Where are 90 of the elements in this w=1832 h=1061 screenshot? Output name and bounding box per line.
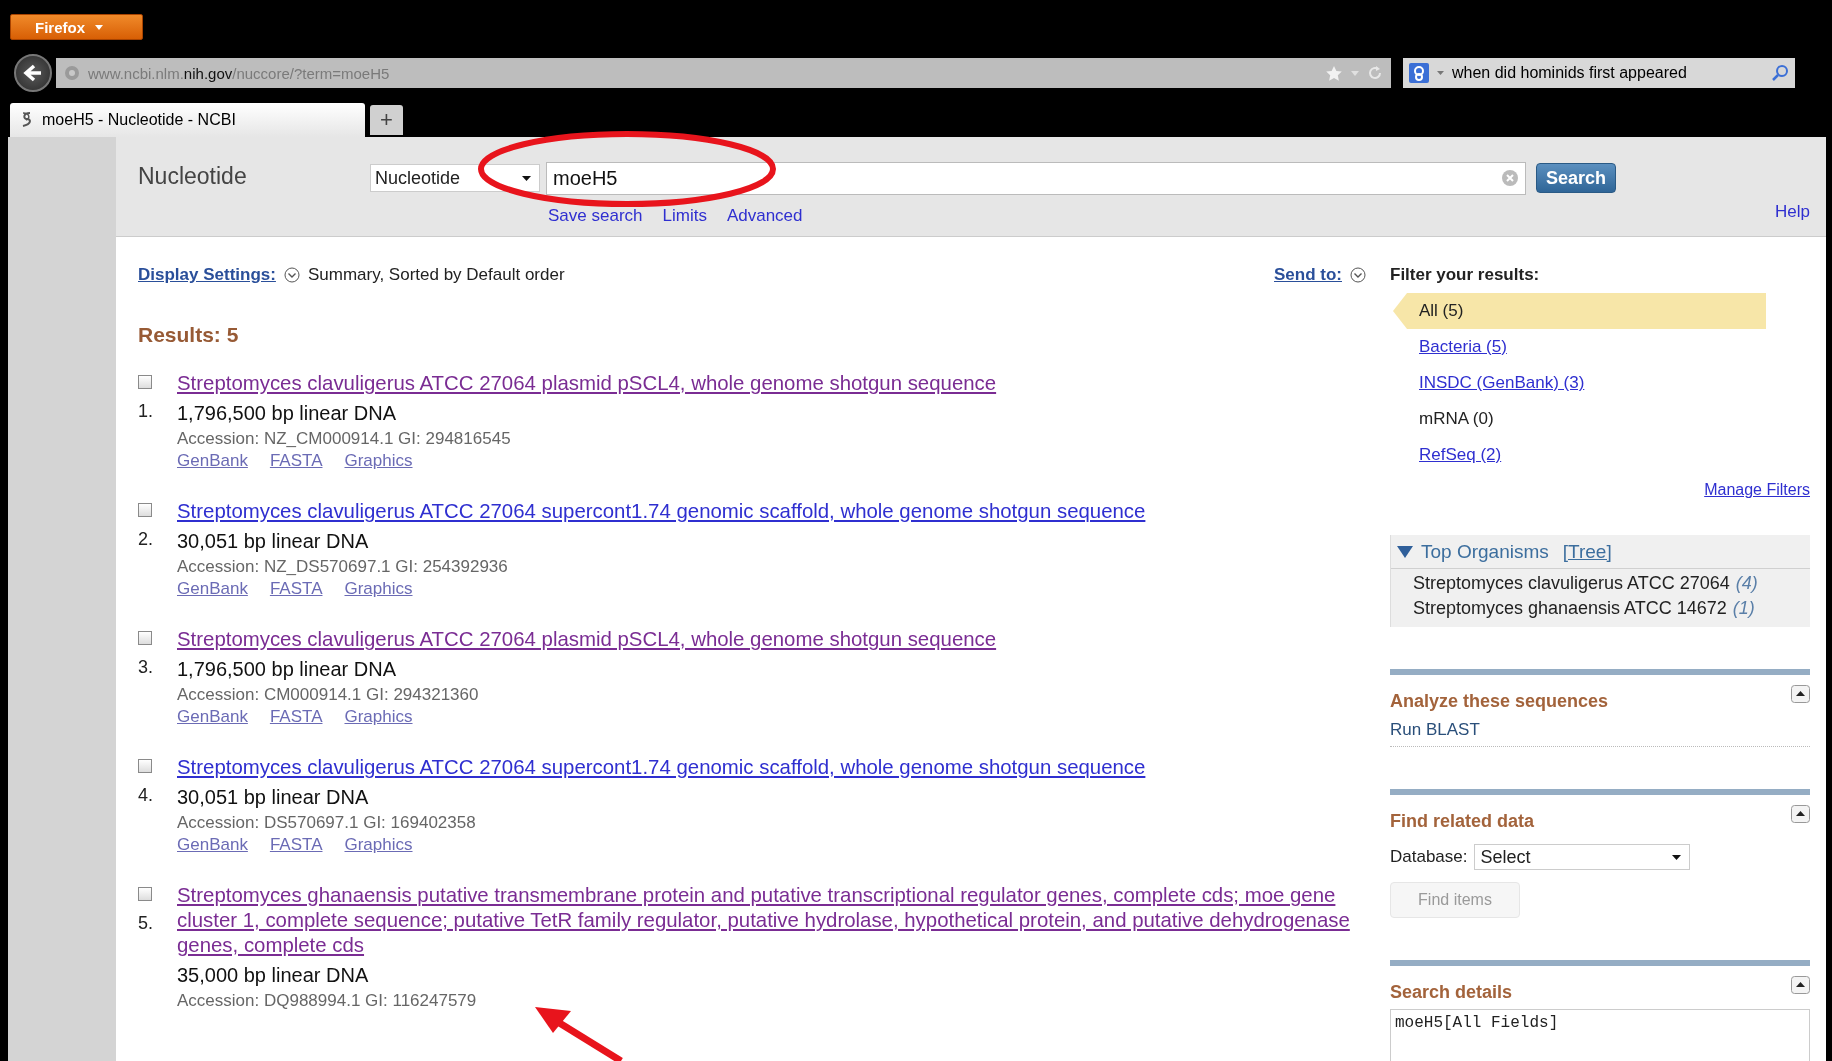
search-option-link[interactable]: Save search [548,206,643,226]
search-button[interactable]: Search [1536,163,1616,193]
organism-link[interactable]: Streptomyces ghanaensis ATCC 14672 [1413,598,1727,619]
bookmark-star-icon[interactable] [1325,64,1343,82]
section-heading: Analyze these sequences [1390,691,1609,712]
collapse-icon[interactable] [1791,685,1810,703]
filter-link[interactable]: RefSeq (2) [1419,445,1502,465]
tree-link[interactable]: [Tree] [1562,541,1612,563]
result-title-link[interactable]: Streptomyces clavuligerus ATCC 27064 supercont1.74 genomic scaffold, whole genome shotgun sequence [177,499,1366,524]
accession-text: Accession: NZ_CM000914.1 GI: 294816545 [177,429,512,449]
back-button[interactable] [14,54,52,92]
section-title: Top Organisms [1421,541,1549,563]
sequence-size: 1,796,500 bp linear DNA [177,658,398,681]
globe-icon [64,65,80,81]
result-number: 5. [138,913,154,934]
format-link[interactable]: Graphics [344,451,413,471]
search-engine-icon[interactable] [1409,63,1429,83]
format-link[interactable]: GenBank [177,835,248,855]
back-arrow-icon [23,63,43,83]
collapse-icon[interactable] [1791,976,1810,994]
sequence-size: 35,000 bp linear DNA [177,964,370,987]
search-field[interactable]: moeH5 [546,161,1526,195]
display-settings-link[interactable]: Display Settings: [138,265,276,285]
browser-tab[interactable]: moeH5 - Nucleotide - NCBI [10,103,365,137]
send-to-link[interactable]: Send to: [1274,265,1342,285]
format-link[interactable]: Graphics [344,707,413,727]
result-number: 3. [138,657,154,678]
search-option-link[interactable]: Limits [662,206,707,226]
dropdown-caret-icon [522,175,531,181]
result-title-link[interactable]: Streptomyces ghanaensis putative transmembrane protein and putative transcriptional regulator genes, complete cds; moe gene cluster 1, complete sequence; putative TetR family regulator, putative hydrolase, hypothetical protein, and putative dehydrogenase genes, complete cds [177,883,1366,958]
format-link[interactable]: GenBank [177,707,248,727]
checkbox[interactable] [138,631,152,645]
organism-count: (4) [1735,573,1758,594]
sequence-size: 30,051 bp linear DNA [177,786,370,809]
format-link[interactable]: Graphics [344,579,413,599]
address-field[interactable]: www.ncbi.nlm.nih.gov/nuccore/?term=moeH5 [56,58,1391,88]
expand-icon[interactable] [1350,267,1366,283]
format-link[interactable]: FASTA [269,835,323,855]
format-link[interactable]: FASTA [269,579,323,599]
filter-link: mRNA (0) [1419,409,1494,429]
collapse-triangle-icon[interactable] [1397,545,1413,559]
database-select[interactable]: Nucleotide [370,164,540,192]
format-link[interactable]: GenBank [177,579,248,599]
section-heading: Find related data [1390,811,1535,832]
database-label: Database: [1390,847,1468,867]
search-icon[interactable] [1771,64,1789,82]
format-link[interactable]: Graphics [344,835,413,855]
expand-icon[interactable] [283,267,300,283]
web-search-field[interactable]: when did hominids first appeared [1403,58,1795,88]
accession-text: Accession: DS570697.1 GI: 169402358 [177,813,477,833]
filter-item[interactable]: All (5) [1419,301,1464,321]
result-title-link[interactable]: Streptomyces clavuligerus ATCC 27064 plasmid pSCL4, whole genome shotgun sequence [177,627,1366,652]
result-title-link[interactable]: Streptomyces clavuligerus ATCC 27064 supercont1.74 genomic scaffold, whole genome shotgun sequence [177,755,1366,780]
run-blast-link[interactable]: Run BLAST [1390,720,1810,747]
sequence-size: 1,796,500 bp linear DNA [177,402,398,425]
checkbox[interactable] [138,887,152,901]
result-number: 2. [138,529,154,550]
checkbox[interactable] [138,503,152,517]
filter-link[interactable]: Bacteria (5) [1419,337,1507,357]
filter-heading: Filter your results: [1390,265,1541,285]
manage-filters-link[interactable]: Manage Filters [1704,481,1810,499]
database-select[interactable]: Select [1473,844,1690,870]
accession-text: Accession: CM000914.1 GI: 294321360 [177,685,480,705]
section-heading: Search details [1390,982,1513,1003]
caret-icon [95,24,103,30]
result-number: 1. [138,401,154,422]
collapse-icon[interactable] [1791,805,1810,823]
new-tab-button[interactable]: + [370,105,403,135]
result-number: 4. [138,785,154,806]
format-link[interactable]: FASTA [269,707,323,727]
search-option-link[interactable]: Advanced [726,206,803,226]
accession-text: Accession: DQ988994.1 GI: 116247579 [177,991,478,1011]
help-link[interactable]: Help [1775,202,1810,222]
database-title: Nucleotide [138,162,248,190]
checkbox[interactable] [138,375,152,389]
clear-icon[interactable] [1501,169,1519,187]
organism-link[interactable]: Streptomyces clavuligerus ATCC 27064 [1413,573,1730,594]
format-link[interactable]: GenBank [177,451,248,471]
checkbox[interactable] [138,759,152,773]
result-title-link[interactable]: Streptomyces clavuligerus ATCC 27064 plasmid pSCL4, whole genome shotgun sequence [177,371,1366,396]
accession-text: Accession: NZ_DS570697.1 GI: 254392936 [177,557,509,577]
dropdown-caret-icon [1671,854,1681,860]
filter-link[interactable]: INSDC (GenBank) (3) [1419,373,1585,393]
search-details-field[interactable]: moeH5[All Fields] [1390,1009,1810,1061]
results-heading: Results: 5 [138,323,240,347]
sequence-size: 30,051 bp linear DNA [177,530,370,553]
display-settings-text: Summary, Sorted by Default order [307,265,565,285]
organism-count: (1) [1732,598,1755,619]
format-link[interactable]: FASTA [269,451,323,471]
dropdown-caret-icon[interactable] [1437,71,1444,75]
